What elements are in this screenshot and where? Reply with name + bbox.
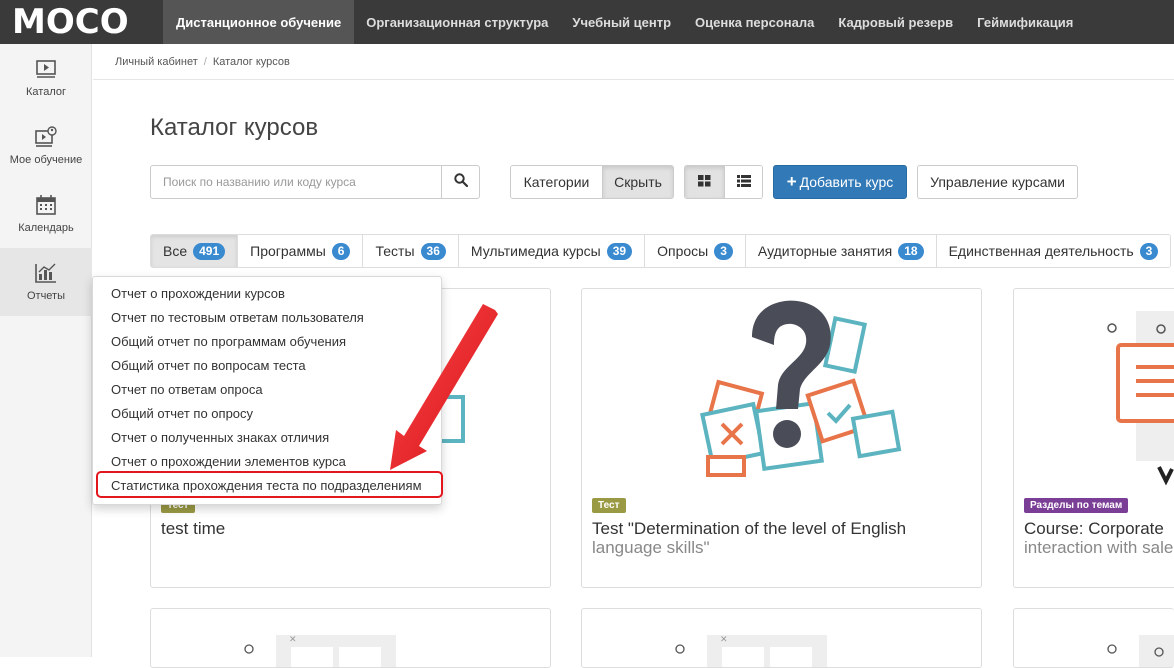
sidebar-item-reports[interactable]: Отчеты <box>0 248 92 316</box>
nav-personnel-assessment[interactable]: Оценка персонала <box>683 0 826 44</box>
course-thumbnail-icon: ✕ <box>244 635 396 667</box>
nav-talent-pool[interactable]: Кадровый резерв <box>826 0 965 44</box>
question-mark-illustration-icon <box>699 300 902 477</box>
breadcrumb-home-link[interactable]: Личный кабинет <box>115 56 198 68</box>
manage-courses-button[interactable]: Управление курсами <box>917 165 1078 199</box>
tab-all[interactable]: Все 491 <box>151 235 238 267</box>
nav-training-center[interactable]: Учебный центр <box>560 0 683 44</box>
course-title-main: Test "Determination of the level of Engl… <box>592 519 907 538</box>
document-illustration-icon <box>1107 311 1174 486</box>
list-view-button[interactable] <box>724 166 762 198</box>
nav-gamification[interactable]: Геймификация <box>965 0 1085 44</box>
sidebar-item-catalog[interactable]: Каталог <box>0 44 92 112</box>
tab-label: Опросы <box>657 243 709 259</box>
my-learning-icon <box>34 126 58 148</box>
nav-org-structure[interactable]: Организационная структура <box>354 0 560 44</box>
svg-text:✕: ✕ <box>289 635 297 645</box>
catalog-icon <box>34 58 58 80</box>
tab-label: Мультимедиа курсы <box>470 243 601 259</box>
highlight-frame <box>96 471 443 498</box>
top-navigation: MOCO Дистанционное обучение Организацион… <box>0 0 1174 44</box>
reports-icon <box>34 262 58 284</box>
tab-label: Тесты <box>375 243 415 259</box>
course-card[interactable]: ✕ <box>150 608 551 668</box>
course-title-rest: language skills" <box>592 538 710 557</box>
tab-label: Все <box>163 243 188 259</box>
menu-item-survey-general-report[interactable]: Общий отчет по опросу <box>93 401 441 425</box>
list-icon <box>736 174 751 190</box>
breadcrumb-current: Каталог курсов <box>212 55 290 68</box>
sidebar-item-label: Календарь <box>18 222 74 234</box>
page-title: Каталог курсов <box>150 114 319 141</box>
search-button[interactable] <box>441 166 479 198</box>
tab-single-activity[interactable]: Единственная деятельность 3 <box>935 235 1171 267</box>
view-toggle-group <box>684 165 763 199</box>
plus-icon: + <box>786 172 797 191</box>
tab-programs[interactable]: Программы 6 <box>237 235 363 267</box>
tab-label: Единственная деятельность <box>948 243 1134 259</box>
menu-item-course-completion-report[interactable]: Отчет о прохождении курсов <box>93 281 441 305</box>
course-title-main: test time <box>161 519 226 538</box>
tab-count-badge: 36 <box>420 242 446 260</box>
hide-button[interactable]: Скрыть <box>602 166 673 198</box>
search-icon <box>453 172 468 192</box>
tab-multimedia[interactable]: Мультимедиа курсы 39 <box>457 235 645 267</box>
tab-count-badge: 39 <box>606 242 633 260</box>
calendar-icon <box>34 194 58 216</box>
add-course-button[interactable]: + Добавить курс <box>773 165 907 199</box>
sidebar-item-label: Мое обучение <box>9 154 83 166</box>
course-thumbnail-icon: ✕ <box>675 635 827 667</box>
search-input[interactable] <box>151 166 441 198</box>
categories-toggle-group: Категории Скрыть <box>510 165 674 199</box>
sidebar-item-my-learning[interactable]: Мое обучение <box>0 112 92 180</box>
course-type-tabs: Все 491 Программы 6 Тесты 36 Мультимедиа ку… <box>150 234 1172 268</box>
course-card[interactable]: Разделы по темам Course: Corporate intera… <box>1013 288 1174 588</box>
sidebar: Каталог Мое обучение Календарь Отчеты <box>0 44 92 657</box>
sidebar-item-label: Отчеты <box>26 290 66 302</box>
course-type-tag: Тест <box>592 498 626 513</box>
menu-item-user-test-answers-report[interactable]: Отчет по тестовым ответам пользователя <box>93 305 441 329</box>
menu-item-survey-answers-report[interactable]: Отчет по ответам опроса <box>93 377 441 401</box>
course-type-tag: Разделы по темам <box>1024 498 1129 513</box>
menu-item-test-questions-report[interactable]: Общий отчет по вопросам теста <box>93 353 441 377</box>
menu-item-training-programs-report[interactable]: Общий отчет по программам обучения <box>93 329 441 353</box>
tab-count-badge: 18 <box>898 242 924 260</box>
sidebar-item-calendar[interactable]: Календарь <box>0 180 92 248</box>
tab-tests[interactable]: Тесты 36 <box>362 235 458 267</box>
tab-label: Программы <box>250 243 326 259</box>
tab-count-badge: 6 <box>331 242 351 260</box>
course-thumbnail-icon <box>1107 635 1174 667</box>
add-course-label: Добавить курс <box>799 174 894 190</box>
course-card[interactable]: Тест Test "Determination of the level of… <box>581 288 982 588</box>
sidebar-item-label: Каталог <box>26 86 66 98</box>
course-title-main: Course: Corporate <box>1024 519 1164 538</box>
moco-logo[interactable]: MOCO <box>0 0 163 44</box>
course-title: Course: Corporate interaction with sale <box>1024 519 1174 557</box>
course-title: test time <box>161 519 541 538</box>
breadcrumb-separator: / <box>203 55 207 68</box>
course-card[interactable]: ✕ <box>581 608 982 668</box>
tab-label: Аудиторные занятия <box>757 243 893 259</box>
breadcrumb: Личный кабинет / Каталог курсов <box>93 44 1174 80</box>
nav-distance-learning[interactable]: Дистанционное обучение <box>163 0 355 44</box>
course-title: Test "Determination of the level of Engl… <box>592 519 972 557</box>
svg-text:✕: ✕ <box>720 635 728 645</box>
menu-item-badges-report[interactable]: Отчет о полученных знаках отличия <box>93 425 441 449</box>
tab-classroom[interactable]: Аудиторные занятия 18 <box>744 235 936 267</box>
tab-surveys[interactable]: Опросы 3 <box>644 235 745 267</box>
tab-count-badge: 3 <box>1139 242 1159 260</box>
menu-item-course-elements-report[interactable]: Отчет о прохождении элементов курса <box>93 449 441 473</box>
course-title-rest: interaction with sale <box>1024 538 1174 557</box>
tab-count-badge: 491 <box>193 242 226 260</box>
categories-button[interactable]: Категории <box>511 166 602 198</box>
grid-icon <box>698 174 711 190</box>
course-card[interactable] <box>1013 608 1174 668</box>
grid-view-button[interactable] <box>685 166 724 198</box>
tab-count-badge: 3 <box>714 242 733 260</box>
search-box <box>150 165 480 199</box>
